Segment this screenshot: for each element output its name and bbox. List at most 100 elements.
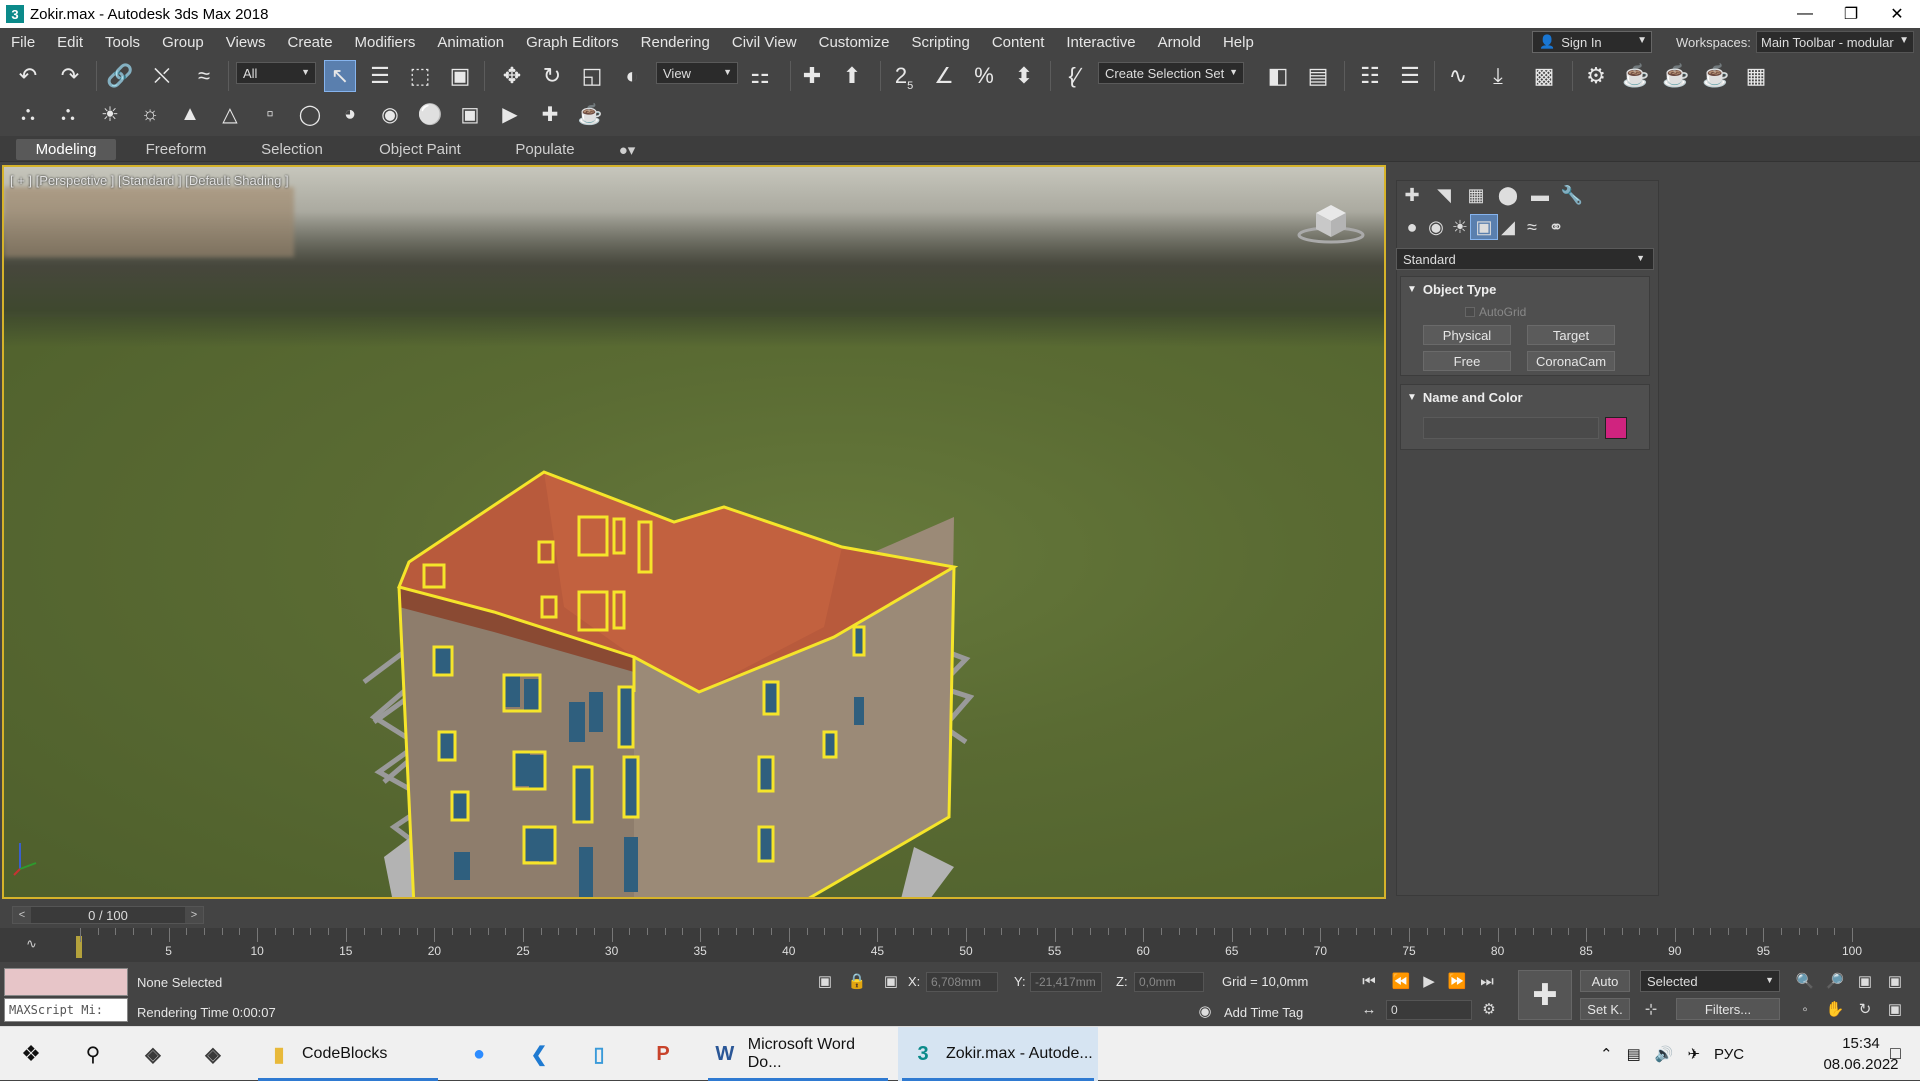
previous-frame-icon[interactable]: < xyxy=(13,907,31,923)
scale-icon[interactable]: ◱ xyxy=(576,60,608,92)
viewport-label[interactable]: [ + ] [Perspective ] [Standard ] [Defaul… xyxy=(10,173,289,188)
align-icon[interactable]: ▤ xyxy=(1302,60,1334,92)
input-language[interactable]: РУС xyxy=(1714,1046,1744,1063)
default-in-out-tangents-icon[interactable]: ⊹ xyxy=(1640,998,1662,1020)
angle-snap-icon[interactable]: ∠ xyxy=(928,60,960,92)
undo-icon[interactable]: ↶ xyxy=(12,60,44,92)
free-camera-button[interactable]: Free xyxy=(1423,351,1511,371)
menu-help[interactable]: Help xyxy=(1212,34,1265,51)
window-crossing-icon[interactable]: ▣ xyxy=(444,60,476,92)
render-activeshade-icon[interactable]: ☕ xyxy=(1700,60,1732,92)
hierarchy-tab-icon[interactable]: ▦ xyxy=(1462,182,1490,208)
rotate-icon[interactable]: ↻ xyxy=(536,60,568,92)
sign-in-dropdown[interactable]: 👤 Sign In ▼ xyxy=(1532,31,1652,53)
coronacam-button[interactable]: CoronaCam xyxy=(1527,351,1615,371)
time-tag-icon[interactable]: ◉ xyxy=(1194,1000,1216,1022)
notifications-icon[interactable]: □ xyxy=(1890,1043,1901,1064)
render-camera-icon[interactable]: ⛬ xyxy=(52,98,84,130)
tab-object-paint[interactable]: Object Paint xyxy=(368,139,472,160)
maxscript-mini-listener[interactable]: MAXScript Mi: xyxy=(4,998,128,1022)
go-to-end-icon[interactable]: ⏭ xyxy=(1476,970,1498,992)
layer-explorer-icon[interactable]: ☰ xyxy=(1394,60,1426,92)
select-by-name-icon[interactable]: ☰ xyxy=(364,60,396,92)
render-setup-icon[interactable]: ⚙ xyxy=(1580,60,1612,92)
selection-lock-icon[interactable]: 🔒 xyxy=(846,970,868,992)
time-slider-bar[interactable]: < 0 / 100 > xyxy=(12,906,204,924)
motion-tab-icon[interactable]: ⬤ xyxy=(1494,182,1522,208)
menu-edit[interactable]: Edit xyxy=(46,34,94,51)
teapot-icon[interactable]: ☕ xyxy=(574,98,606,130)
curve-editor-toggle-icon[interactable]: ∿ xyxy=(26,936,37,952)
go-to-start-icon[interactable]: ⏮ xyxy=(1358,970,1380,992)
network-adapter-icon[interactable]: ▤ xyxy=(1627,1045,1641,1063)
add-time-tag[interactable]: Add Time Tag xyxy=(1224,1005,1303,1020)
bulb-icon[interactable]: ◯ xyxy=(294,98,326,130)
light-icon[interactable]: ☀ xyxy=(94,98,126,130)
close-button[interactable]: ✕ xyxy=(1874,0,1920,28)
zoom-all-icon[interactable]: 🔎 xyxy=(1824,970,1846,992)
mirror-icon[interactable]: ◧ xyxy=(1262,60,1294,92)
frame-icon[interactable]: ▣ xyxy=(454,98,486,130)
object-color-swatch[interactable] xyxy=(1605,417,1627,439)
render-production-icon[interactable]: ☕ xyxy=(1660,60,1692,92)
menu-content[interactable]: Content xyxy=(981,34,1056,51)
named-selection-set-dropdown[interactable]: Create Selection Set ▼ xyxy=(1098,62,1244,84)
material-editor-icon[interactable]: ▩ xyxy=(1528,60,1560,92)
tab-freeform[interactable]: Freeform xyxy=(132,139,220,160)
name-and-color-header[interactable]: ▼ Name and Color xyxy=(1401,385,1649,409)
set-key-mode-button[interactable]: Set K. xyxy=(1580,998,1630,1020)
restore-button[interactable]: ❐ xyxy=(1828,0,1874,28)
tab-populate[interactable]: Populate xyxy=(500,139,590,160)
menu-tools[interactable]: Tools xyxy=(94,34,151,51)
physical-camera-button[interactable]: Physical xyxy=(1423,325,1511,345)
menu-graph-editors[interactable]: Graph Editors xyxy=(515,34,630,51)
pinned-app-1[interactable]: ◈ xyxy=(130,1027,176,1081)
unlink-icon[interactable]: ⛌ xyxy=(146,60,178,92)
time-configuration-icon[interactable]: ⚙ xyxy=(1478,998,1500,1020)
track-bar[interactable]: ∿ 05101520253035404550556065707580859095… xyxy=(0,928,1920,962)
rectangular-selection-icon[interactable]: ⬚ xyxy=(404,60,436,92)
maximize-viewport-icon[interactable]: ▣ xyxy=(1884,998,1906,1020)
scatter-icon[interactable]: ▫ xyxy=(254,98,286,130)
schematic-view-icon[interactable]: ⤓ xyxy=(1482,60,1514,92)
bind-spacewarp-icon[interactable]: ≈ xyxy=(188,60,220,92)
search-button[interactable]: ⚲ xyxy=(70,1027,116,1081)
volume-icon[interactable]: 🔊 xyxy=(1655,1045,1674,1063)
auto-key-button[interactable]: Auto xyxy=(1580,970,1630,992)
airplane-icon[interactable]: ✈ xyxy=(1687,1045,1700,1063)
menu-interactive[interactable]: Interactive xyxy=(1055,34,1146,51)
menu-modifiers[interactable]: Modifiers xyxy=(344,34,427,51)
target-camera-button[interactable]: Target xyxy=(1527,325,1615,345)
menu-file[interactable]: File xyxy=(0,34,46,51)
display-tab-icon[interactable]: ▬ xyxy=(1526,182,1554,208)
z-coordinate-field[interactable]: 0,0mm xyxy=(1134,972,1204,992)
menu-create[interactable]: Create xyxy=(277,34,344,51)
taskbar-word[interactable]: W Microsoft Word Do... xyxy=(704,1027,892,1081)
start-button[interactable]: ❖ xyxy=(8,1027,54,1081)
render-frame-buffer-icon[interactable]: ▦ xyxy=(1740,60,1772,92)
maxscript-listener-output[interactable] xyxy=(4,968,128,996)
notepad-app[interactable]: ▯ xyxy=(576,1027,622,1081)
orbit-icon[interactable]: ↻ xyxy=(1854,998,1876,1020)
selection-filter-dropdown[interactable]: All ▼ xyxy=(236,62,316,84)
key-filters-button[interactable]: Filters... xyxy=(1676,998,1780,1020)
percent-snap-icon[interactable]: % xyxy=(968,60,1000,92)
menu-rendering[interactable]: Rendering xyxy=(630,34,721,51)
selected-building-model[interactable] xyxy=(354,397,974,899)
render-scene-icon[interactable]: ⛬ xyxy=(12,98,44,130)
play-icon[interactable]: ▶ xyxy=(1418,970,1440,992)
edit-named-selection-icon[interactable]: {∕ xyxy=(1058,60,1090,92)
pivot-center-icon[interactable]: ⚏ xyxy=(744,60,776,92)
keyboard-shortcut-override-icon[interactable]: ⬆ xyxy=(836,60,868,92)
viewcube-icon[interactable] xyxy=(1296,199,1366,244)
zoom-app[interactable]: ● xyxy=(456,1027,502,1081)
vfb-icon[interactable]: ▶ xyxy=(494,98,526,130)
tab-modeling[interactable]: Modeling xyxy=(16,139,116,160)
ribbon-options-icon[interactable]: ●▾ xyxy=(610,139,644,160)
powerpoint-app[interactable]: P xyxy=(640,1027,686,1081)
pinned-app-2[interactable]: ◈ xyxy=(190,1027,236,1081)
rendered-frame-window-icon[interactable]: ☕ xyxy=(1620,60,1652,92)
isolate-selection-icon[interactable]: ▣ xyxy=(814,970,836,992)
current-frame-field[interactable]: 0 xyxy=(1386,1000,1472,1020)
menu-arnold[interactable]: Arnold xyxy=(1147,34,1212,51)
